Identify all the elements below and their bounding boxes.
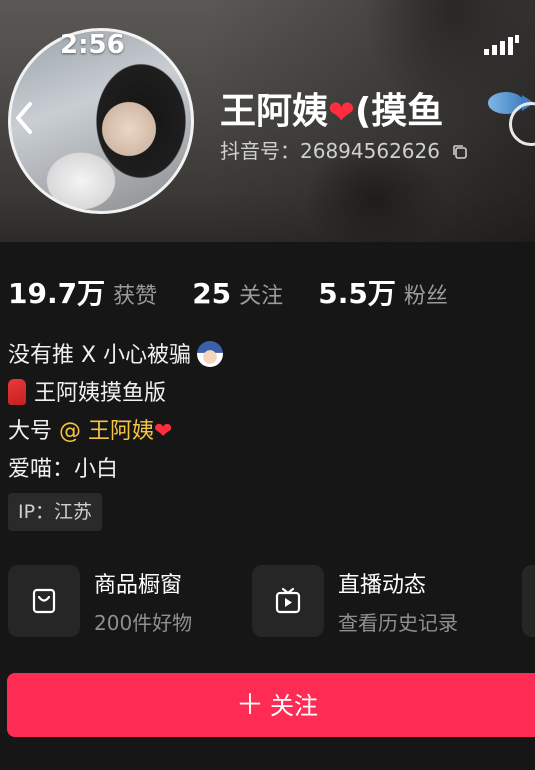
follow-label: 关注 [270,692,318,720]
name-suffix: (摸鱼 [354,91,444,132]
follow-button[interactable]: ＋关注 [7,673,535,737]
douyin-id-text: 抖音号：26894562626 [220,139,440,163]
police-emoji-icon [197,341,224,367]
profile-header: 2:56 王阿姨❤(摸鱼 抖音号：26894562626 [0,0,535,242]
bio-text: 爱喵：小白 [8,457,119,482]
stat-following[interactable]: 25 关注 [192,277,283,310]
card-title: 商品橱窗 [94,573,183,598]
bio-line: 大号 @ 王阿姨❤ [8,413,223,451]
scarf-emoji-icon [8,379,26,405]
card-icon-box [8,565,80,637]
bio: 没有推 X 小心被骗 王阿姨摸鱼版 大号 @ 王阿姨❤ 爱喵：小白 [8,337,224,489]
card-icon-box [252,565,324,637]
stat-number: 25 [192,277,232,310]
stat-likes[interactable]: 19.7万 获赞 [8,272,157,312]
bio-line: 没有推 X 小心被骗 [8,337,224,375]
bio-line: 爱喵：小白 [8,451,223,489]
name-text: 王阿姨 [220,91,329,132]
plus-icon: ＋ [235,688,264,721]
card-subtitle: 查看历史记录 [338,611,458,635]
bag-icon [32,588,56,614]
card-subtitle: 200件好物 [94,611,193,635]
bio-text: 王阿姨摸鱼版 [34,381,167,406]
heart-icon: ❤ [154,419,173,444]
heart-icon: ❤ [328,93,355,131]
card-title: 直播动态 [338,573,427,598]
stat-label: 关注 [239,284,284,309]
douyin-id[interactable]: 抖音号：26894562626 [220,135,468,164]
tv-icon [275,587,301,614]
stat-followers[interactable]: 5.5万 粉丝 [318,272,448,312]
status-time: 2:56 [60,30,125,60]
stat-label: 粉丝 [403,284,448,309]
mention-link[interactable]: @ 王阿姨 [59,419,154,444]
profile-name: 王阿姨❤(摸鱼 [220,82,443,134]
stat-label: 获赞 [113,284,158,309]
ip-location-badge: IP：江苏 [8,493,103,531]
copy-icon[interactable] [452,144,468,160]
bio-line: 王阿姨摸鱼版 [8,375,223,413]
bio-text: 大号 [8,419,59,444]
bio-text: 没有推 X 小心被骗 [8,343,192,368]
stat-number: 5.5万 [318,277,396,310]
stats-row: 19.7万 获赞 25 关注 5.5万 粉丝 [8,272,478,310]
back-icon[interactable] [12,100,36,136]
signal-icon [484,35,519,55]
stat-number: 19.7万 [8,277,106,310]
more-card[interactable] [522,565,535,637]
